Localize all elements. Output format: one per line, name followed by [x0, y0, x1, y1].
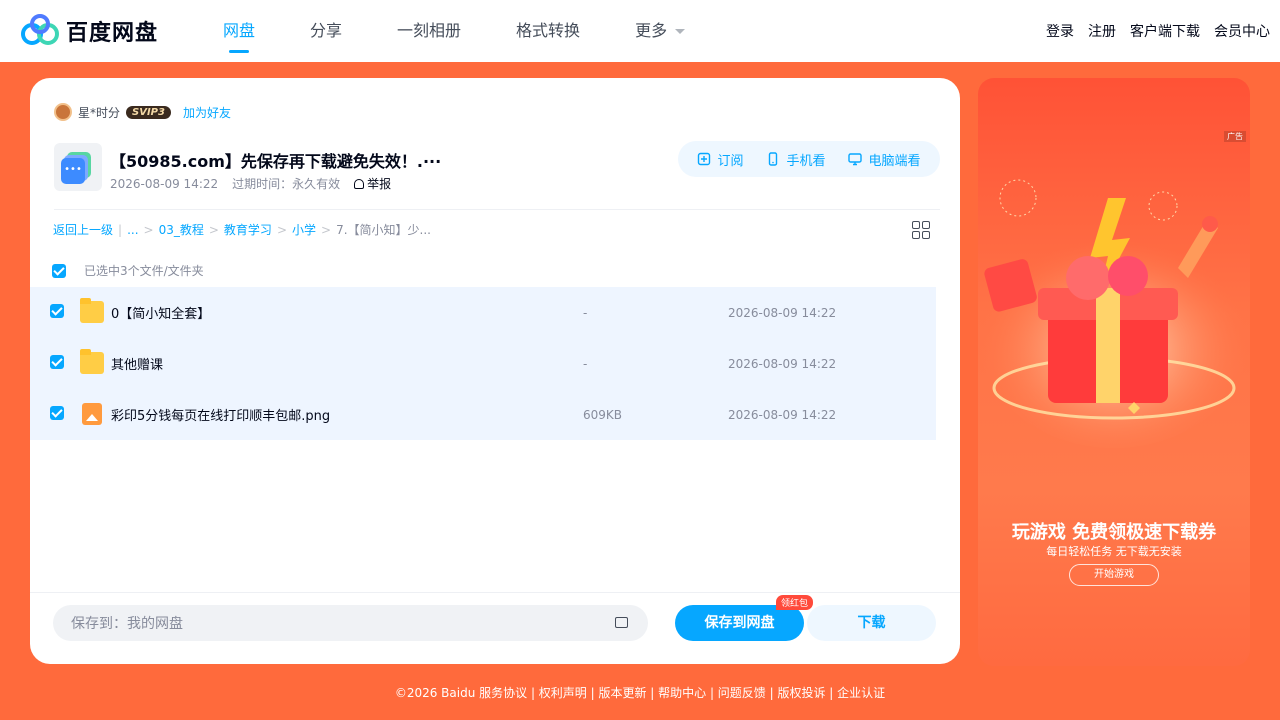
share-created-time: 2026-08-09 14:22: [110, 176, 219, 191]
subscribe-icon: [698, 152, 711, 166]
save-bar: 保存到：我的网盘 保存到网盘 领红包 下载: [30, 592, 960, 664]
table-row[interactable]: 彩印5分钱每页在线打印顺丰包邮.png 609KB 2026-08-09 14:…: [30, 389, 936, 440]
report-icon: [354, 178, 365, 189]
ad-title: 玩游戏 免费领极速下载券: [1011, 522, 1217, 543]
header-divider: [54, 209, 940, 210]
image-file-icon: [82, 403, 102, 425]
pc-view-label: 电脑端看: [868, 153, 921, 169]
file-size: -: [583, 305, 588, 320]
sharer-info: 星*时分 SVIP3 加为好友: [54, 103, 231, 121]
start-game-button[interactable]: 开始游戏: [1069, 564, 1159, 586]
share-meta: 2026-08-09 14:22 过期时间：永久有效 举报: [110, 175, 419, 192]
nav-share[interactable]: 分享: [310, 0, 342, 62]
register-link[interactable]: 注册: [1088, 21, 1116, 41]
save-to-netdisk-button[interactable]: 保存到网盘: [675, 605, 804, 641]
avatar[interactable]: [54, 103, 72, 121]
breadcrumb-separator: |: [118, 222, 123, 237]
share-actions: 订阅 手机看 电脑端看: [678, 141, 940, 177]
add-friend-link[interactable]: 加为好友: [183, 104, 231, 121]
footer-links[interactable]: ©2026 Baidu 服务协议 | 权利声明 | 版本更新 | 帮助中心 | …: [0, 684, 1280, 701]
main-nav: 网盘 分享 一刻相册 格式转换 更多: [223, 0, 740, 62]
folder-icon: [80, 298, 104, 323]
breadcrumb-separator: >: [321, 222, 332, 237]
row-checkbox[interactable]: [50, 304, 64, 318]
row-checkbox[interactable]: [50, 355, 64, 369]
nav-album[interactable]: 一刻相册: [397, 0, 461, 62]
file-time: 2026-08-09 14:22: [728, 356, 837, 371]
save-location-field[interactable]: 保存到：我的网盘: [53, 605, 648, 641]
sharer-name: 星*时分: [78, 105, 121, 120]
share-bundle-icon: •••: [54, 143, 102, 191]
table-row[interactable]: 0【简小知全套】 - 2026-08-09 14:22: [30, 287, 936, 338]
file-time: 2026-08-09 14:22: [728, 407, 837, 422]
gift-box-illustration: [979, 179, 1249, 448]
account-links: 登录 注册 客户端下载 会员中心: [1032, 0, 1270, 62]
member-center-link[interactable]: 会员中心: [1214, 21, 1270, 41]
breadcrumb-item[interactable]: 教育学习: [224, 221, 272, 238]
file-list: 0【简小知全套】 - 2026-08-09 14:22 其他赠课 - 2026-…: [30, 287, 936, 440]
breadcrumb-item[interactable]: 03_教程: [159, 221, 204, 238]
file-name[interactable]: 其他赠课: [111, 354, 163, 373]
nav-more[interactable]: 更多: [635, 0, 686, 62]
client-download-link[interactable]: 客户端下载: [1130, 21, 1200, 41]
nav-more-label: 更多: [635, 21, 668, 40]
selection-count: 已选中3个文件/文件夹: [84, 264, 204, 278]
ad-subtitle: 每日轻松任务 无下载无安装: [1046, 545, 1182, 558]
file-size: -: [583, 356, 588, 371]
breadcrumb-item[interactable]: 小学: [292, 221, 316, 238]
subscribe-label: 订阅: [717, 153, 744, 169]
top-navbar: 百度网盘 网盘 分享 一刻相册 格式转换 更多 登录 注册 客户端下载 会员中心: [0, 0, 1280, 62]
folder-icon: [80, 349, 104, 374]
baidu-netdisk-logo[interactable]: 百度网盘: [20, 14, 158, 48]
select-all-checkbox[interactable]: [52, 263, 66, 278]
breadcrumb-ellipsis[interactable]: ...: [127, 223, 138, 237]
select-all-row: 已选中3个文件/文件夹: [52, 262, 204, 279]
folder-picker-icon[interactable]: [615, 617, 628, 628]
report-label: 举报: [367, 177, 392, 191]
grid-view-icon[interactable]: [912, 221, 930, 239]
ad-tag: 广告: [1224, 131, 1246, 142]
pc-view-button[interactable]: 电脑端看: [848, 150, 921, 169]
breadcrumb-separator: >: [276, 222, 287, 237]
phone-icon: [769, 152, 778, 166]
file-time: 2026-08-09 14:22: [728, 305, 837, 320]
download-button[interactable]: 下载: [807, 605, 936, 641]
logo-icon: [21, 14, 59, 45]
breadcrumb-separator: >: [143, 222, 154, 237]
table-row[interactable]: 其他赠课 - 2026-08-09 14:22: [30, 338, 936, 389]
share-expire-time: 过期时间：永久有效: [232, 177, 341, 191]
nav-netdisk[interactable]: 网盘: [223, 0, 255, 62]
share-card: 星*时分 SVIP3 加为好友 ••• 【50985.com】先保存再下载避免失…: [30, 78, 960, 664]
row-checkbox[interactable]: [50, 406, 64, 420]
back-link[interactable]: 返回上一级: [53, 221, 113, 238]
mobile-view-label: 手机看: [786, 153, 826, 169]
file-name[interactable]: 0【简小知全套】: [111, 303, 210, 322]
brand-name: 百度网盘: [66, 21, 159, 46]
report-link[interactable]: 举报: [354, 175, 405, 192]
chevron-down-icon: [675, 29, 686, 34]
breadcrumb-current: 7.【简小知】少...: [336, 223, 431, 237]
save-location-label: 保存到：我的网盘: [71, 616, 183, 632]
mobile-view-button[interactable]: 手机看: [766, 150, 826, 169]
breadcrumb-separator: >: [208, 222, 219, 237]
share-title: 【50985.com】先保存再下载避免失效！.···: [110, 152, 442, 171]
subscribe-button[interactable]: 订阅: [697, 150, 744, 169]
monitor-icon: [848, 153, 863, 166]
nav-format-convert[interactable]: 格式转换: [516, 0, 580, 62]
file-size: 609KB: [583, 407, 623, 422]
red-packet-badge: 领红包: [776, 595, 814, 610]
ad-banner[interactable]: 广告 玩游戏 免费领极速下载券 每日轻松任务 无下载无安装 开始游戏: [978, 78, 1250, 666]
breadcrumb: 返回上一级 | ... > 03_教程 > 教育学习 > 小学 > 7.【简小知…: [53, 221, 431, 238]
login-link[interactable]: 登录: [1046, 21, 1074, 41]
svip-badge: SVIP3: [126, 105, 171, 119]
file-name[interactable]: 彩印5分钱每页在线打印顺丰包邮.png: [111, 405, 330, 424]
